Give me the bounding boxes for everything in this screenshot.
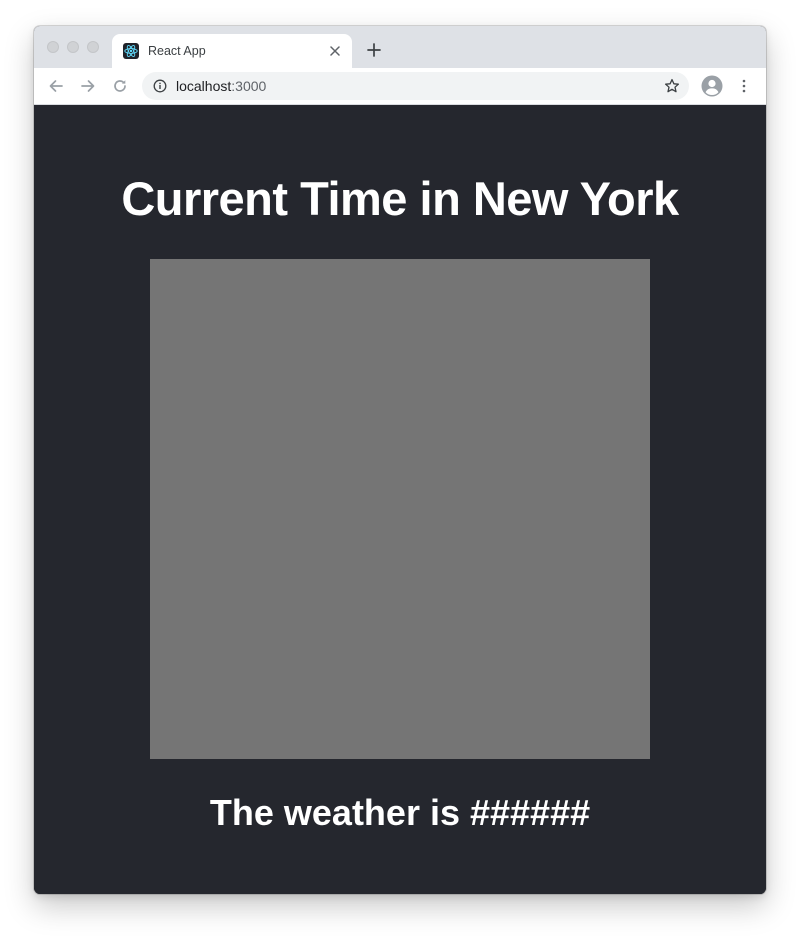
url-port: :3000 <box>231 78 267 94</box>
tab-strip: React App <box>34 26 766 68</box>
star-icon[interactable] <box>663 77 681 95</box>
window-close-button[interactable] <box>47 41 59 53</box>
address-bar[interactable]: localhost:3000 <box>142 72 689 100</box>
arrow-left-icon[interactable] <box>46 76 66 96</box>
url-text: localhost:3000 <box>176 78 266 94</box>
page-content: Current Time in New York The weather is … <box>34 105 766 894</box>
page-title: Current Time in New York <box>121 172 679 225</box>
plus-icon[interactable] <box>364 40 384 60</box>
arrow-right-icon[interactable] <box>78 76 98 96</box>
window-maximize-button[interactable] <box>87 41 99 53</box>
browser-toolbar: localhost:3000 <box>34 68 766 105</box>
tab-title: React App <box>148 44 206 58</box>
more-vertical-icon[interactable] <box>737 76 751 96</box>
browser-window: React App localhost:3000 Current Time in… <box>34 26 766 894</box>
url-host: localhost <box>176 78 232 94</box>
window-minimize-button[interactable] <box>67 41 79 53</box>
close-icon[interactable] <box>326 42 344 60</box>
account-circle-icon[interactable] <box>701 75 723 97</box>
react-logo-icon <box>123 43 139 59</box>
weather-text: The weather is ###### <box>209 792 591 833</box>
browser-tab[interactable]: React App <box>112 34 352 68</box>
info-icon[interactable] <box>152 78 168 94</box>
reload-icon[interactable] <box>110 76 130 96</box>
image-placeholder <box>150 259 650 759</box>
